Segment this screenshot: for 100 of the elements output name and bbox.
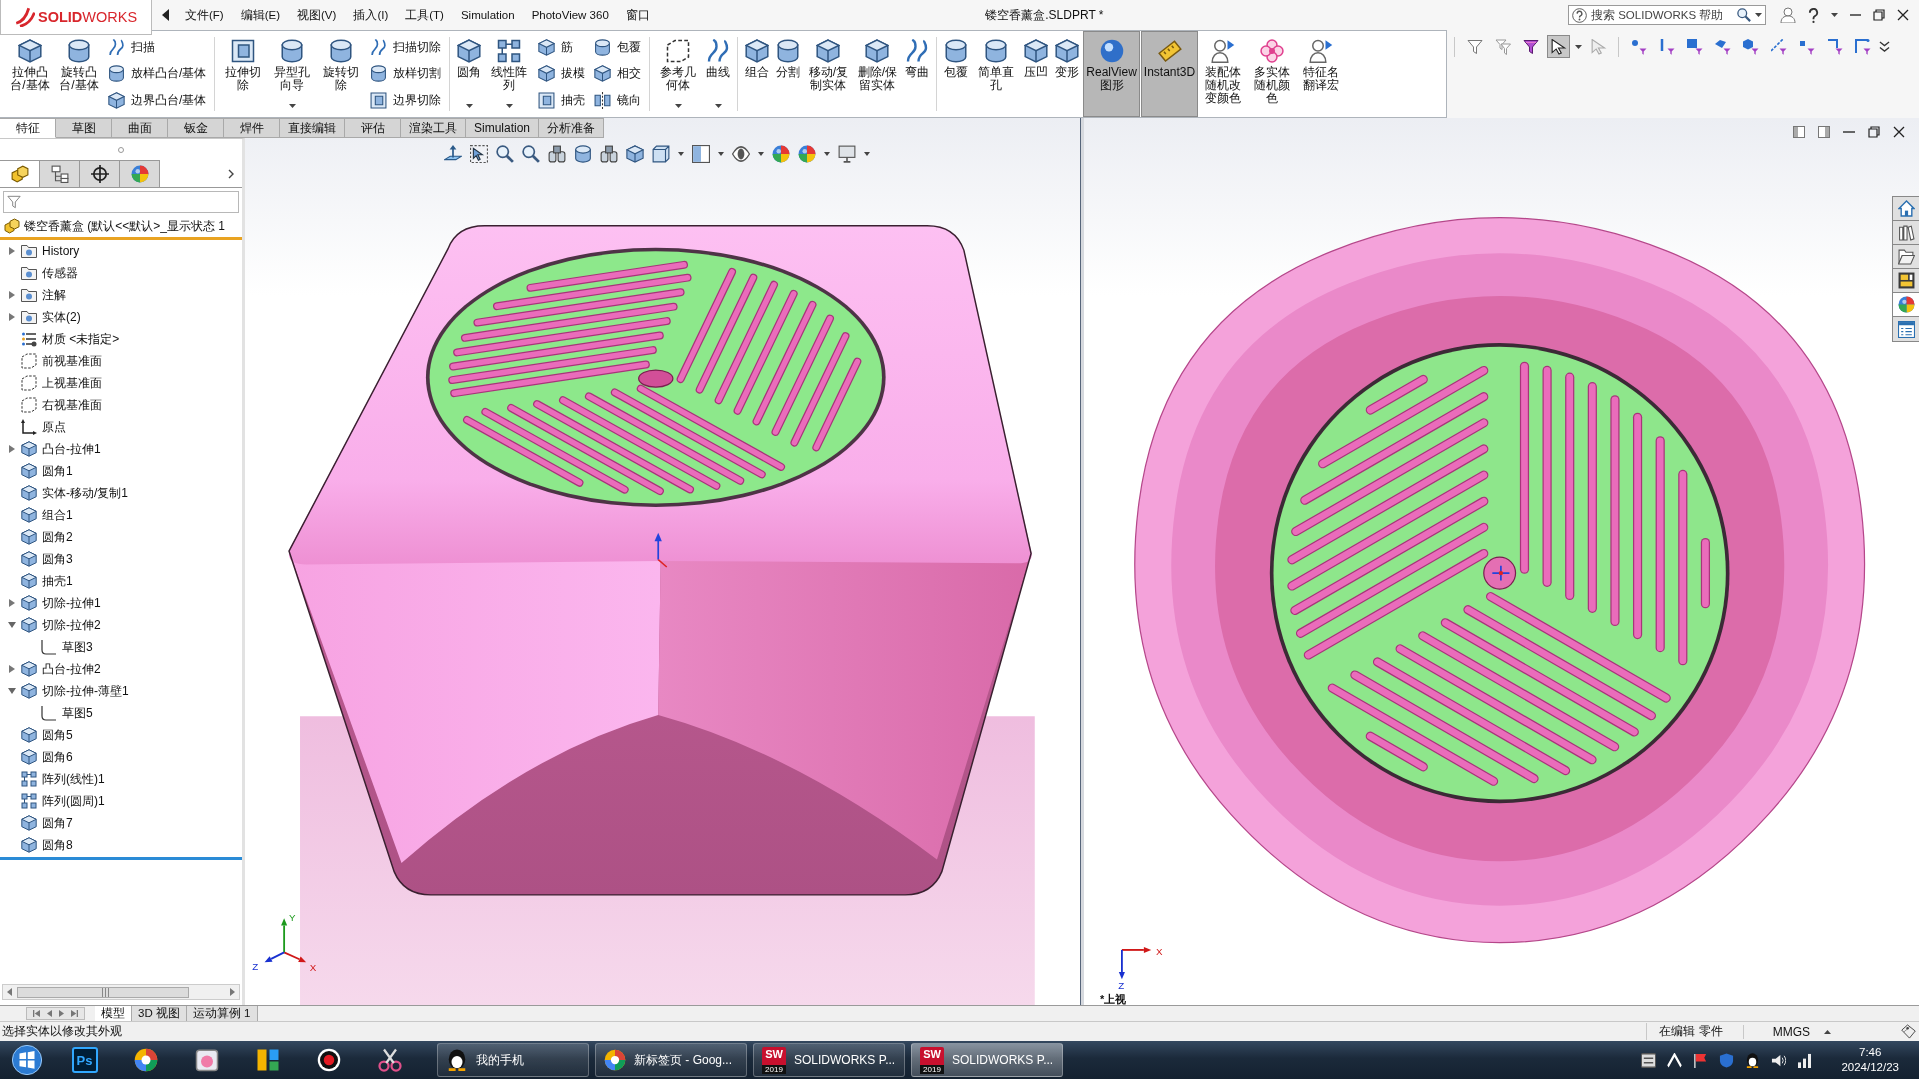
- tree-item[interactable]: 抽壳1: [0, 570, 73, 592]
- penguin-icon[interactable]: [1745, 1052, 1761, 1068]
- command-tab[interactable]: 钣金: [168, 118, 224, 138]
- tree-item[interactable]: 实体-移动/复制1: [0, 482, 128, 504]
- caret-down-icon[interactable]: [864, 152, 870, 156]
- units-label[interactable]: MMGS: [1742, 1024, 1824, 1039]
- caret-up-icon[interactable]: [1824, 1029, 1831, 1034]
- ribbon-button[interactable]: 拉伸切除: [219, 31, 268, 117]
- tree-item[interactable]: 注解: [0, 284, 66, 306]
- menu-item[interactable]: 工具(T): [404, 5, 445, 25]
- caret-right-icon[interactable]: [9, 291, 15, 299]
- tree-item[interactable]: 圆角3: [0, 548, 73, 570]
- toolbar-button[interactable]: [1547, 35, 1570, 58]
- ribbon-button[interactable]: 参考几何体: [654, 31, 703, 117]
- command-tab[interactable]: 直接编辑: [280, 118, 345, 138]
- ribbon-button[interactable]: 曲线: [703, 31, 734, 117]
- task-pane-tab[interactable]: [1893, 245, 1919, 269]
- restore-icon[interactable]: [1873, 9, 1885, 21]
- tree-item[interactable]: 组合1: [0, 504, 73, 526]
- caret-right-icon[interactable]: [9, 445, 15, 453]
- tri-right-icon[interactable]: [230, 988, 235, 996]
- magnifier-icon[interactable]: [496, 145, 514, 163]
- tree-item[interactable]: 原点: [0, 416, 66, 438]
- ribbon-button[interactable]: Instant3D: [1140, 31, 1199, 117]
- user-icon[interactable]: [1780, 7, 1796, 23]
- caret-down-icon[interactable]: [8, 622, 16, 628]
- record-icon[interactable]: [316, 1048, 341, 1072]
- cylinder-icon[interactable]: [574, 145, 592, 163]
- tree-item[interactable]: 前视基准面: [0, 350, 102, 372]
- search-icon[interactable]: [1737, 8, 1751, 22]
- ribbon-button[interactable]: 扫描: [104, 35, 211, 60]
- chevron-right-icon[interactable]: [228, 168, 234, 179]
- caret-down-icon[interactable]: [824, 152, 830, 156]
- caret-down-icon[interactable]: [678, 152, 684, 156]
- bottom-tab[interactable]: 3D 视图: [132, 1006, 187, 1021]
- menu-item[interactable]: Simulation: [459, 7, 516, 23]
- ribbon-button[interactable]: 线性阵列: [485, 31, 534, 117]
- tree-item[interactable]: 切除-拉伸1: [0, 592, 101, 614]
- ribbon-button[interactable]: 多实体随机颜色: [1248, 31, 1297, 117]
- binoculars-icon[interactable]: [548, 145, 566, 163]
- search-field[interactable]: 搜索 SOLIDWORKS 帮助: [1568, 5, 1766, 25]
- chevron-up-icon[interactable]: [1667, 1052, 1683, 1068]
- plane-arrow-icon[interactable]: [444, 145, 462, 163]
- taskbar-window-button[interactable]: SW 2019 SOLIDWORKS P...: [753, 1043, 905, 1077]
- tag-icon[interactable]: [1901, 1024, 1916, 1039]
- scissors-icon[interactable]: [377, 1048, 402, 1072]
- tile-left-icon[interactable]: [1793, 126, 1805, 138]
- chevrons-icon[interactable]: [1879, 41, 1890, 52]
- ribbon-button[interactable]: 相交: [590, 62, 646, 86]
- menu-item[interactable]: 窗口: [624, 5, 651, 25]
- tile-right-icon[interactable]: [1818, 126, 1830, 138]
- ribbon-button[interactable]: 筋: [534, 35, 590, 60]
- shield-icon[interactable]: [1719, 1052, 1735, 1068]
- filter-field[interactable]: [3, 191, 239, 213]
- tree-item[interactable]: 圆角5: [0, 724, 73, 746]
- ribbon-button[interactable]: 移动/复制实体: [804, 31, 853, 117]
- tree-item[interactable]: 草图5: [0, 702, 93, 724]
- tree-item[interactable]: 阵列(线性)1: [0, 768, 105, 790]
- taskbar-window-button[interactable]: SW 2019 SOLIDWORKS P...: [911, 1043, 1063, 1077]
- app-button[interactable]: Ps: [71, 1047, 98, 1073]
- ribbon-button[interactable]: 弯曲: [902, 31, 933, 117]
- caret-left-icon[interactable]: [162, 9, 169, 21]
- caret-right-icon[interactable]: [9, 247, 15, 255]
- ribbon-button[interactable]: 压凹: [1021, 31, 1052, 117]
- bottom-tab[interactable]: 模型: [95, 1006, 132, 1021]
- tree-item[interactable]: 切除-拉伸-薄壁1: [0, 680, 129, 702]
- cube-icon[interactable]: [626, 145, 644, 163]
- network-icon[interactable]: [1797, 1052, 1813, 1068]
- tri-left-icon[interactable]: [47, 1010, 52, 1017]
- ribbon-button[interactable]: 圆角: [454, 31, 485, 117]
- eye-icon[interactable]: [732, 145, 750, 163]
- tree-item[interactable]: 传感器: [0, 262, 78, 284]
- caret-right-icon[interactable]: [9, 665, 15, 673]
- keyboard-icon[interactable]: [1641, 1052, 1657, 1068]
- skip-right-icon[interactable]: [71, 1010, 78, 1017]
- tree-item[interactable]: 右视基准面: [0, 394, 102, 416]
- menu-item[interactable]: 视图(V): [296, 5, 338, 25]
- box-app-icon[interactable]: [194, 1048, 219, 1072]
- command-tab[interactable]: 焊件: [224, 118, 280, 138]
- taskbar-window-button[interactable]: 新标签页 - Goog...: [595, 1043, 747, 1077]
- tree-item[interactable]: 凸台-拉伸2: [0, 658, 101, 680]
- caret-down-icon[interactable]: [8, 688, 16, 694]
- command-tab[interactable]: Simulation: [466, 118, 540, 138]
- color-wheel-icon[interactable]: [133, 1048, 158, 1072]
- scrollbar-thumb[interactable]: [17, 986, 189, 998]
- taskbar-window-button[interactable]: 我的手机: [437, 1043, 589, 1077]
- restore-icon[interactable]: [1868, 126, 1880, 138]
- panel-tab[interactable]: [40, 160, 80, 187]
- panel-tab[interactable]: [80, 160, 120, 187]
- tree-item[interactable]: 草图3: [0, 636, 93, 658]
- ribbon-button[interactable]: 边界凸台/基体: [104, 88, 211, 113]
- command-tab[interactable]: 曲面: [112, 118, 168, 138]
- caret-down-icon[interactable]: [758, 152, 764, 156]
- color-ball-icon[interactable]: [772, 145, 790, 163]
- help-icon[interactable]: [1808, 7, 1819, 23]
- start-icon[interactable]: [12, 1045, 42, 1075]
- tree-root-item[interactable]: 镂空香薰盒 (默认<<默认>_显示状态 1: [0, 215, 242, 240]
- binoculars-icon[interactable]: [600, 145, 618, 163]
- command-tab[interactable]: 草图: [56, 118, 112, 138]
- ribbon-button[interactable]: 放样切割: [366, 62, 446, 86]
